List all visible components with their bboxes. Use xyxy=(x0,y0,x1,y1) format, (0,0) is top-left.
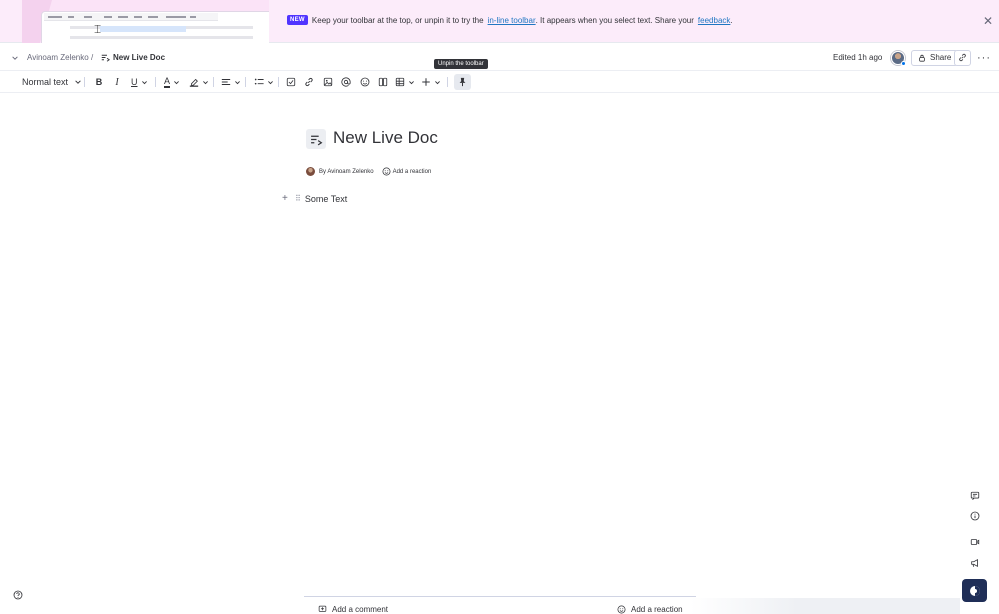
table-icon xyxy=(395,77,405,87)
megaphone-icon[interactable] xyxy=(969,557,981,569)
bottom-fade xyxy=(690,598,960,614)
page-title[interactable]: New Live Doc xyxy=(333,128,438,148)
assistant-fab[interactable] xyxy=(962,579,987,602)
link-icon[interactable] xyxy=(304,74,314,90)
share-button[interactable]: Share xyxy=(911,44,959,71)
info-icon[interactable] xyxy=(969,510,981,522)
doc-type-icon[interactable] xyxy=(306,129,326,149)
reaction-icon xyxy=(382,167,391,176)
chevron-down-icon xyxy=(409,80,414,84)
footer-add-reaction-button[interactable]: Add a reaction xyxy=(617,605,683,614)
chevron-down-icon xyxy=(75,80,81,84)
chevron-down-icon xyxy=(435,80,440,84)
add-reaction-label: Add a reaction xyxy=(392,168,432,175)
video-icon[interactable] xyxy=(969,536,981,548)
more-options-icon[interactable]: ··· xyxy=(977,44,991,71)
add-comment-icon xyxy=(318,605,327,612)
underline-label: U xyxy=(131,77,138,87)
formatting-toolbar: Normal text B I U A xyxy=(0,71,999,93)
bold-button[interactable]: B xyxy=(94,74,104,90)
align-left-icon xyxy=(221,79,231,85)
text-style-label: Normal text xyxy=(22,77,69,87)
chevron-down-icon xyxy=(141,80,147,84)
bullet-list-icon xyxy=(254,78,264,85)
unpin-tooltip: Unpin the toolbar xyxy=(434,59,488,69)
italic-button[interactable]: I xyxy=(112,74,122,90)
link-icon xyxy=(959,53,966,62)
text-style-dropdown[interactable]: Normal text xyxy=(22,74,82,90)
avatar[interactable] xyxy=(891,44,906,71)
chevron-down-icon xyxy=(235,80,240,84)
new-badge: NEW xyxy=(287,15,308,25)
share-label: Share xyxy=(930,53,952,62)
banner-text-part: . It appears when you select text. Share… xyxy=(535,15,694,25)
chevron-down-icon xyxy=(174,80,179,84)
footer-add-reaction-label: Add a reaction xyxy=(631,605,683,614)
chevron-down-icon xyxy=(268,80,273,84)
breadcrumb-doc-name[interactable]: New Live Doc xyxy=(113,44,165,71)
columns-icon[interactable] xyxy=(378,74,388,90)
pin-icon[interactable] xyxy=(454,74,471,90)
image-icon[interactable] xyxy=(323,74,333,90)
chevron-down-icon xyxy=(203,80,208,84)
drag-handle-icon[interactable]: ⠿ xyxy=(295,194,301,203)
sidekick-icon xyxy=(969,585,980,596)
add-reaction-button[interactable]: Add a reaction xyxy=(382,167,432,176)
mention-icon[interactable] xyxy=(341,74,351,90)
emoji-icon[interactable] xyxy=(360,74,370,90)
divider xyxy=(304,596,696,597)
insert-button[interactable] xyxy=(421,74,441,90)
underline-button[interactable]: U xyxy=(131,74,148,90)
doc-type-icon xyxy=(101,44,110,71)
feedback-link[interactable]: feedback xyxy=(698,16,730,25)
edited-status[interactable]: Edited 1h ago xyxy=(833,44,882,71)
align-button[interactable] xyxy=(221,74,241,90)
lock-icon xyxy=(919,54,925,62)
add-comment-label: Add a comment xyxy=(332,605,389,614)
plus-icon xyxy=(422,78,430,86)
copy-link-button[interactable] xyxy=(954,44,971,71)
table-button[interactable] xyxy=(395,74,415,90)
collapse-chevron-icon[interactable] xyxy=(11,44,19,71)
announcement-banner: ⌶ NEW Keep your toolbar at the top, or u… xyxy=(0,0,999,43)
content-block: + ⠿ Some Text xyxy=(282,193,347,204)
inline-toolbar-link[interactable]: in-line toolbar xyxy=(488,16,536,25)
highlighter-icon xyxy=(189,78,199,87)
banner-text-part: Keep your toolbar at the top, or unpin i… xyxy=(311,15,484,25)
block-text[interactable]: Some Text xyxy=(305,194,347,204)
close-icon[interactable]: ✕ xyxy=(981,14,995,28)
banner-message: NEW Keep your toolbar at the top, or unp… xyxy=(287,15,733,25)
author-label: By Avinoam Zelenko xyxy=(319,168,374,175)
doc-header: Avinoam Zelenko / New Live Doc Edited 1h… xyxy=(0,44,999,71)
breadcrumb-workspace[interactable]: Avinoam Zelenko xyxy=(27,44,89,71)
checklist-icon[interactable] xyxy=(286,74,296,90)
text-color-label: A xyxy=(164,75,171,88)
reaction-icon xyxy=(617,605,626,614)
banner-text-part: . xyxy=(730,15,733,25)
add-block-icon[interactable]: + xyxy=(282,193,290,204)
comments-icon[interactable] xyxy=(969,490,981,502)
doc-meta: By Avinoam Zelenko Add a reaction xyxy=(306,167,431,176)
list-button[interactable] xyxy=(254,74,274,90)
breadcrumb-separator: / xyxy=(91,53,94,62)
author-avatar xyxy=(306,167,315,176)
help-icon[interactable] xyxy=(13,589,23,600)
banner-illustration: ⌶ xyxy=(22,0,269,43)
highlight-button[interactable] xyxy=(189,74,209,90)
text-color-button[interactable]: A xyxy=(164,74,180,90)
add-comment-button[interactable]: Add a comment xyxy=(318,605,388,614)
